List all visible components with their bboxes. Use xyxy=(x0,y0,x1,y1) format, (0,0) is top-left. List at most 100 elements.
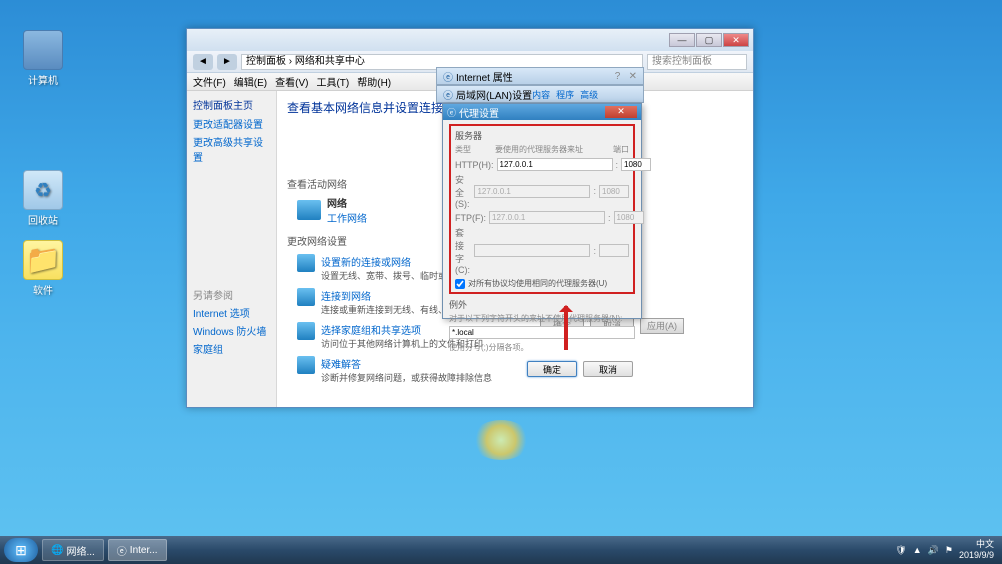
desktop-icon-software[interactable]: 软件 xyxy=(16,240,70,297)
sidebar-link-firewall[interactable]: Windows 防火墙 xyxy=(193,323,270,338)
group-servers-label: 服务器 xyxy=(455,129,629,142)
minimize-button[interactable]: — xyxy=(669,33,695,47)
sidebar-link-homegroup[interactable]: 家庭组 xyxy=(193,341,270,356)
menu-help[interactable]: 帮助(H) xyxy=(357,74,391,89)
nav-back-button[interactable]: ◄ xyxy=(193,54,213,70)
menu-file[interactable]: 文件(F) xyxy=(193,74,226,89)
same-proxy-label: 对所有协议均使用相同的代理服务器(U) xyxy=(468,278,607,289)
icon-label: 软件 xyxy=(16,282,70,297)
close-button[interactable]: ✕ xyxy=(605,106,637,118)
same-proxy-checkbox-row: 对所有协议均使用相同的代理服务器(U) xyxy=(455,278,629,289)
exceptions-input[interactable] xyxy=(449,326,635,339)
cancel-button[interactable]: 取消 xyxy=(583,361,633,377)
sidebar-header: 控制面板主页 xyxy=(193,97,270,112)
http-address-input[interactable] xyxy=(497,158,613,171)
sidebar-link-sharing[interactable]: 更改高级共享设置 xyxy=(193,134,270,164)
tab-content[interactable]: 内容 xyxy=(532,88,550,101)
tab-programs[interactable]: 程序 xyxy=(556,88,574,101)
clock-label: 中文 xyxy=(959,539,994,550)
col-port: 端口 xyxy=(597,144,629,155)
ie-icon: ⓔ xyxy=(117,543,127,558)
exceptions-description: 对于以下列字符开头的来址不使用代理服务器(N): xyxy=(449,313,635,324)
menu-edit[interactable]: 编辑(E) xyxy=(234,74,267,89)
proxy-row-ftp: FTP(F): : xyxy=(455,211,629,224)
clock[interactable]: 中文 2019/9/9 xyxy=(959,539,994,561)
search-input[interactable]: 搜索控制面板 xyxy=(647,54,747,70)
task-label: Inter... xyxy=(130,545,158,556)
sidebar: 控制面板主页 更改适配器设置 更改高级共享设置 另请参阅 Internet 选项… xyxy=(187,91,277,407)
exceptions-group: 例外 对于以下列字符开头的来址不使用代理服务器(N): 使用分号(;)分隔各项。 xyxy=(449,298,635,353)
window-title xyxy=(191,35,669,46)
ie-icon: ⓔ xyxy=(443,87,453,102)
nav-forward-button[interactable]: ► xyxy=(217,54,237,70)
sidebar-link-internet-options[interactable]: Internet 选项 xyxy=(193,305,270,320)
clock-date: 2019/9/9 xyxy=(959,550,994,561)
connect-icon xyxy=(297,288,315,306)
ok-button[interactable]: 确定 xyxy=(527,361,577,377)
network-icon: 🌐 xyxy=(51,545,63,556)
dialog-title: 代理设置 xyxy=(459,105,605,120)
network-icon xyxy=(297,200,321,220)
dialog-buttons: 确定 取消 xyxy=(443,357,641,381)
exceptions-hint: 使用分号(;)分隔各项。 xyxy=(449,342,635,353)
task-label: 网络... xyxy=(66,543,94,558)
network-type[interactable]: 工作网络 xyxy=(327,210,367,225)
proxy-row-http: HTTP(H): : xyxy=(455,158,629,171)
icon-label: 计算机 xyxy=(16,72,70,87)
sidebar-link-adapter[interactable]: 更改适配器设置 xyxy=(193,116,270,131)
homegroup-icon xyxy=(297,322,315,340)
ie-icon: ⓔ xyxy=(447,106,456,119)
network-name: 网络 xyxy=(327,195,367,210)
apply-button[interactable]: 应用(A) xyxy=(640,318,684,334)
proxy-row-socks: 套接字(C): : xyxy=(455,226,629,275)
ie-icon: ⓔ xyxy=(443,69,453,84)
titlebar[interactable]: — ▢ ✕ xyxy=(187,29,753,51)
servers-group-highlight: 服务器 类型 要使用的代理服务器来址 端口 HTTP(H): : 安全(S): … xyxy=(449,124,635,294)
desktop-icon-computer[interactable]: 计算机 xyxy=(16,30,70,87)
tray-volume-icon[interactable]: 🔊 xyxy=(928,545,939,556)
computer-icon xyxy=(23,30,63,70)
maximize-button[interactable]: ▢ xyxy=(696,33,722,47)
internet-properties-dialog: ⓔ Internet 属性 ? ✕ xyxy=(436,67,644,85)
annotation-arrow xyxy=(564,306,568,350)
same-proxy-checkbox[interactable] xyxy=(455,279,465,289)
taskbar: ⊞ 🌐 网络... ⓔ Inter... 🛡 ▲ 🔊 ⚑ 中文 2019/9/9 xyxy=(0,536,1002,564)
start-button[interactable]: ⊞ xyxy=(4,538,38,562)
titlebar[interactable]: ⓔ 代理设置 ✕ xyxy=(443,104,641,120)
system-tray: 🛡 ▲ 🔊 ⚑ 中文 2019/9/9 xyxy=(895,539,998,561)
tab-advanced[interactable]: 高级 xyxy=(580,88,598,101)
ftp-label: FTP(F): xyxy=(455,213,486,223)
secure-address-input xyxy=(474,185,590,198)
tray-up-icon[interactable]: ▲ xyxy=(913,545,922,555)
proxy-settings-dialog: ⓔ 代理设置 ✕ 服务器 类型 要使用的代理服务器来址 端口 HTTP(H): … xyxy=(442,103,642,319)
lan-settings-dialog: ⓔ 局域网(LAN)设置 内容 程序 高级 xyxy=(436,85,644,103)
secure-port-input xyxy=(599,185,629,198)
dialog-title: 局域网(LAN)设置 xyxy=(456,87,532,102)
troubleshoot-icon xyxy=(297,356,315,374)
ftp-address-input xyxy=(489,211,605,224)
proxy-row-secure: 安全(S): : xyxy=(455,173,629,209)
desktop: 计算机 回收站 软件 — ▢ ✕ ◄ ► 控制面板 › 网络和共享中心 搜索控制… xyxy=(0,0,1002,564)
sidebar-footer-header: 另请参阅 xyxy=(193,287,270,302)
close-button[interactable]: ✕ xyxy=(723,33,749,47)
col-type: 类型 xyxy=(455,144,495,155)
taskbar-item-internet[interactable]: ⓔ Inter... xyxy=(108,539,167,561)
tray-shield-icon[interactable]: 🛡 xyxy=(895,545,906,556)
connect-icon xyxy=(297,254,315,272)
wallpaper-orb xyxy=(471,420,531,460)
secure-label: 安全(S): xyxy=(455,173,471,209)
col-addr: 要使用的代理服务器来址 xyxy=(495,144,597,155)
menu-view[interactable]: 查看(V) xyxy=(275,74,308,89)
tray-flag-icon[interactable]: ⚑ xyxy=(945,545,953,556)
socks-port-input xyxy=(599,244,629,257)
icon-label: 回收站 xyxy=(16,212,70,227)
folder-icon xyxy=(23,240,63,280)
http-label: HTTP(H): xyxy=(455,160,494,170)
http-port-input[interactable] xyxy=(621,158,651,171)
desktop-icon-recycle[interactable]: 回收站 xyxy=(16,170,70,227)
menu-tools[interactable]: 工具(T) xyxy=(316,74,349,89)
taskbar-item-network[interactable]: 🌐 网络... xyxy=(42,539,104,561)
socks-address-input xyxy=(474,244,590,257)
dialog-buttons[interactable]: ? ✕ xyxy=(601,71,637,82)
ftp-port-input xyxy=(614,211,644,224)
